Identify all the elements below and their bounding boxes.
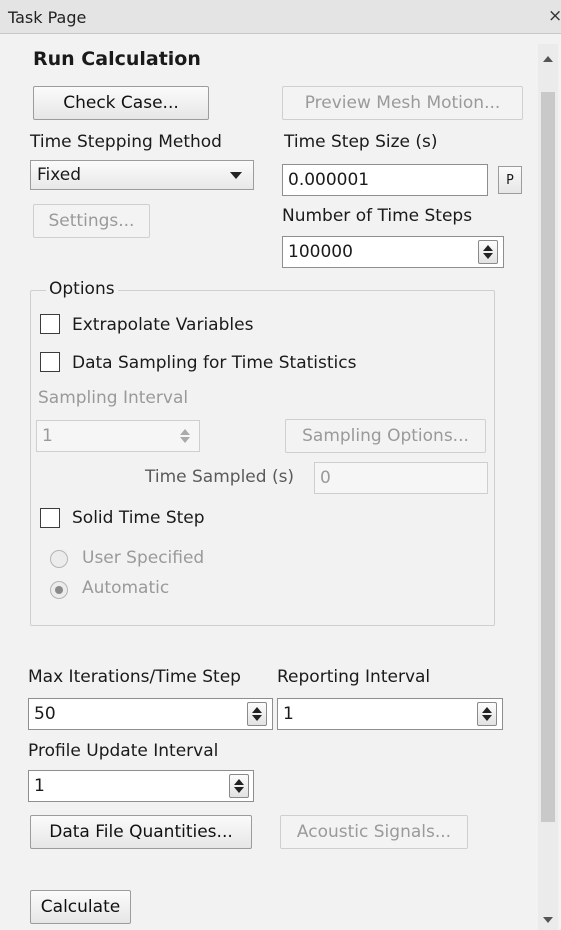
preview-mesh-motion-button[interactable]: Preview Mesh Motion... [282, 86, 523, 120]
automatic-radio[interactable] [50, 581, 68, 599]
data-sampling-label: Data Sampling for Time Statistics [72, 353, 357, 373]
panel-heading: Run Calculation [33, 48, 201, 70]
time-step-size-input[interactable]: 0.000001 [282, 164, 488, 196]
acoustic-signals-button[interactable]: Acoustic Signals... [280, 815, 468, 849]
sampling-interval-label: Sampling Interval [38, 388, 189, 408]
settings-button[interactable]: Settings... [33, 204, 150, 238]
time-sampled-label: Time Sampled (s) [145, 467, 295, 487]
options-group [30, 290, 495, 626]
options-legend: Options [46, 279, 118, 299]
scroll-up-icon[interactable] [543, 56, 553, 62]
profile-update-interval-input[interactable]: 1 [28, 770, 254, 802]
sampling-options-button[interactable]: Sampling Options... [285, 419, 486, 453]
reporting-interval-value: 1 [283, 704, 294, 724]
max-iterations-spinner[interactable] [247, 702, 267, 726]
number-of-time-steps-spinner[interactable] [478, 240, 498, 264]
solid-time-step-checkbox[interactable] [40, 508, 60, 528]
profile-update-interval-value: 1 [34, 776, 45, 796]
time-stepping-method-select[interactable]: Fixed [30, 160, 254, 190]
check-case-button[interactable]: Check Case... [33, 86, 209, 120]
number-of-time-steps-value: 100000 [288, 242, 353, 262]
max-iterations-label: Max Iterations/Time Step [28, 667, 241, 687]
number-of-time-steps-input[interactable]: 100000 [282, 236, 504, 268]
reporting-interval-label: Reporting Interval [277, 667, 431, 687]
extrapolate-variables-label: Extrapolate Variables [72, 315, 254, 335]
profile-update-interval-label: Profile Update Interval [28, 741, 219, 761]
max-iterations-input[interactable]: 50 [28, 698, 273, 730]
close-icon[interactable]: × [548, 6, 561, 26]
data-file-quantities-button[interactable]: Data File Quantities... [30, 815, 252, 849]
scrollbar-thumb[interactable] [541, 92, 555, 822]
extrapolate-variables-checkbox[interactable] [40, 314, 60, 334]
max-iterations-value: 50 [34, 704, 56, 724]
parameter-button[interactable]: P [498, 166, 522, 194]
data-sampling-checkbox[interactable] [40, 352, 60, 372]
sampling-interval-value: 1 [42, 426, 53, 446]
window-title: Task Page [8, 8, 87, 27]
profile-update-interval-spinner[interactable] [229, 774, 249, 798]
user-specified-label: User Specified [82, 548, 205, 568]
reporting-interval-input[interactable]: 1 [277, 698, 503, 730]
user-specified-radio[interactable] [50, 550, 68, 568]
chevron-down-icon [230, 172, 242, 179]
time-stepping-method-value: Fixed [37, 165, 82, 185]
time-sampled-input[interactable]: 0 [314, 462, 488, 494]
calculate-button[interactable]: Calculate [30, 890, 131, 924]
sampling-interval-spinner[interactable] [176, 424, 194, 448]
solid-time-step-label: Solid Time Step [72, 508, 205, 528]
reporting-interval-spinner[interactable] [477, 702, 497, 726]
time-stepping-method-label: Time Stepping Method [30, 132, 222, 152]
automatic-label: Automatic [82, 578, 170, 598]
number-of-time-steps-label: Number of Time Steps [282, 206, 473, 226]
scroll-down-icon[interactable] [543, 917, 553, 923]
time-step-size-label: Time Step Size (s) [284, 132, 438, 152]
